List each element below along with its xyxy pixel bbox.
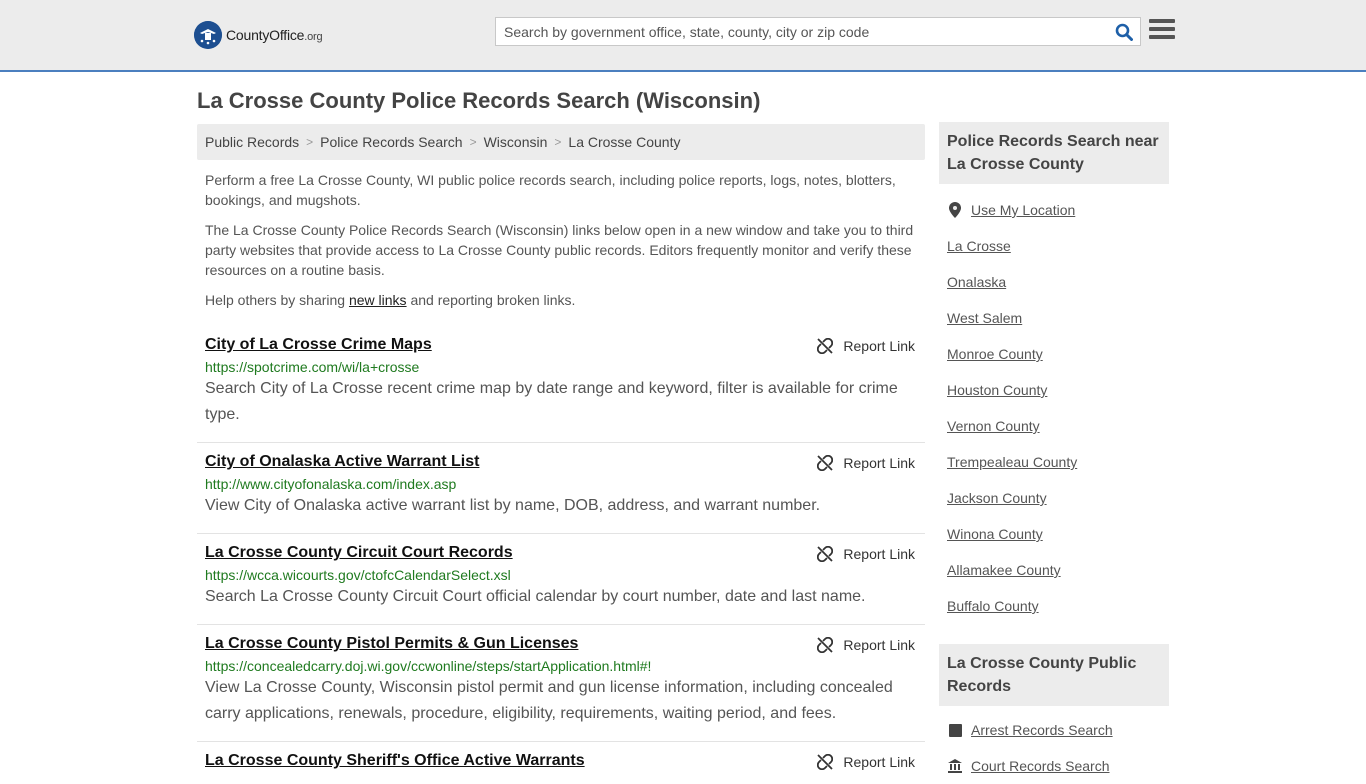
intro-text: Perform a free La Crosse County, WI publ… [197,170,925,310]
nearby-link-allamakee-county[interactable]: Allamakee County [947,562,1061,578]
nearby-item: Winona County [947,516,1161,552]
breadcrumb-separator: > [306,135,314,149]
intro-paragraph-3: Help others by sharing new links and rep… [197,290,925,310]
breadcrumb-public-records[interactable]: Public Records [205,134,299,150]
result-title-link[interactable]: City of Onalaska Active Warrant List [205,453,479,471]
sidebar-heading-public-records: La Crosse County Public Records [939,644,1169,706]
nearby-link-buffalo-county[interactable]: Buffalo County [947,598,1039,614]
sidebar-heading-nearby: Police Records Search near La Crosse Cou… [939,122,1169,184]
broken-link-icon [817,637,834,653]
sidebar: Police Records Search near La Crosse Cou… [939,122,1169,784]
result-url: https://concealedcarry.doj.wi.gov/ccwonl… [205,658,652,674]
page-title: La Crosse County Police Records Search (… [197,88,761,113]
report-link-button[interactable]: Report Link [817,455,915,471]
hamburger-menu-icon[interactable] [1149,19,1175,43]
courthouse-icon [947,759,963,773]
arrest-records-icon [947,723,963,737]
breadcrumb-wisconsin[interactable]: Wisconsin [484,134,548,150]
logo-text: CountyOffice.org [226,27,323,43]
site-logo[interactable]: CountyOffice.org [194,21,323,49]
search-button[interactable] [1108,18,1140,45]
result-title-link[interactable]: La Crosse County Pistol Permits & Gun Li… [205,635,578,653]
arrest-records-search-link[interactable]: Arrest Records Search [971,722,1113,738]
nearby-item: Buffalo County [947,588,1161,624]
site-header: CountyOffice.org [0,0,1366,72]
nearby-link-trempealeau-county[interactable]: Trempealeau County [947,454,1077,470]
use-my-location-link[interactable]: Use My Location [971,202,1075,218]
report-link-button[interactable]: Report Link [817,338,915,354]
result-description: View City of Onalaska active warrant lis… [205,497,821,514]
intro-paragraph-1: Perform a free La Crosse County, WI publ… [205,172,896,208]
result-item: City of Onalaska Active Warrant List Rep… [197,443,925,534]
nearby-item: Onalaska [947,264,1161,300]
nearby-link-winona-county[interactable]: Winona County [947,526,1043,542]
report-link-button[interactable]: Report Link [817,546,915,562]
nearby-item: Jackson County [947,480,1161,516]
result-title-link[interactable]: City of La Crosse Crime Maps [205,336,432,354]
result-item: La Crosse County Circuit Court Records R… [197,534,925,625]
public-record-item: Arrest Records Search [947,712,1161,748]
broken-link-icon [817,338,834,354]
breadcrumb-separator: > [554,135,562,149]
intro-text-before: Help others by sharing [205,292,349,308]
nearby-list: Use My Location La Crosse Onalaska West … [939,192,1169,624]
result-description: Search La Crosse County Circuit Court of… [205,588,866,605]
logo-name: CountyOffice [226,27,305,43]
breadcrumb-police-records-search[interactable]: Police Records Search [320,134,462,150]
result-description: Search City of La Crosse recent crime ma… [205,380,898,423]
result-url: http://www.cityofonalaska.com/index.asp [205,476,457,492]
result-item: La Crosse County Pistol Permits & Gun Li… [197,625,925,742]
nearby-item: Houston County [947,372,1161,408]
new-links-link[interactable]: new links [349,292,407,308]
search-bar [495,17,1141,46]
breadcrumb-la-crosse-county[interactable]: La Crosse County [568,134,680,150]
county-seal-icon [194,21,222,49]
report-link-label: Report Link [843,637,915,653]
result-description: View La Crosse County, Wisconsin pistol … [205,679,893,722]
nearby-item: Monroe County [947,336,1161,372]
report-link-button[interactable]: Report Link [817,637,915,653]
location-pin-icon [947,202,963,218]
report-link-label: Report Link [843,338,915,354]
breadcrumb-separator: > [469,135,477,149]
result-title-link[interactable]: La Crosse County Circuit Court Records [205,544,513,562]
intro-text-after: and reporting broken links. [406,292,576,308]
breadcrumb: Public Records > Police Records Search >… [197,124,925,160]
result-title-link[interactable]: La Crosse County Sheriff's Office Active… [205,752,585,770]
search-icon [1115,23,1133,41]
court-records-search-link[interactable]: Court Records Search [971,758,1110,774]
result-item: City of La Crosse Crime Maps Report Link… [197,330,925,443]
result-url: https://wcca.wicourts.gov/ctofcCalendarS… [205,567,511,583]
nearby-item: La Crosse [947,228,1161,264]
nearby-link-onalaska[interactable]: Onalaska [947,274,1006,290]
nearby-link-west-salem[interactable]: West Salem [947,310,1022,326]
broken-link-icon [817,546,834,562]
main-content: Public Records > Police Records Search >… [197,124,925,782]
broken-link-icon [817,455,834,471]
nearby-item: Trempealeau County [947,444,1161,480]
nearby-item: West Salem [947,300,1161,336]
nearby-item: Allamakee County [947,552,1161,588]
intro-paragraph-2: The La Crosse County Police Records Sear… [205,222,914,278]
report-link-label: Report Link [843,455,915,471]
report-link-label: Report Link [843,546,915,562]
nearby-link-vernon-county[interactable]: Vernon County [947,418,1040,434]
nearby-item: Vernon County [947,408,1161,444]
search-input[interactable] [496,18,1108,45]
result-url: https://spotcrime.com/wi/la+crosse [205,359,420,375]
logo-suffix: .org [304,31,323,43]
public-records-list: Arrest Records Search Court Records Sear… [939,712,1169,784]
public-record-item: Court Records Search [947,748,1161,784]
result-item: La Crosse County Sheriff's Office Active… [197,742,925,782]
use-location-item: Use My Location [947,192,1161,228]
nearby-link-monroe-county[interactable]: Monroe County [947,346,1043,362]
nearby-link-la-crosse[interactable]: La Crosse [947,238,1011,254]
nearby-link-houston-county[interactable]: Houston County [947,382,1047,398]
nearby-link-jackson-county[interactable]: Jackson County [947,490,1047,506]
